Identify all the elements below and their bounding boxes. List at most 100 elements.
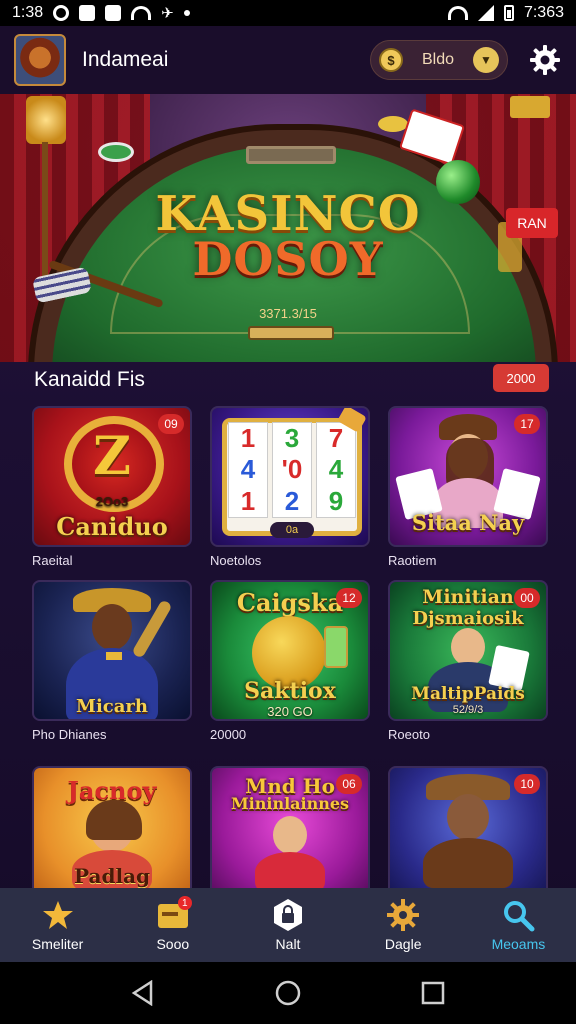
card-title: Sitaa Nay [411, 510, 525, 535]
game-card[interactable]: Mnd Ho Mininlainnes 06 [210, 766, 370, 907]
card-sub: 320 GO [267, 704, 313, 719]
lock-icon [271, 898, 305, 932]
player-body [255, 852, 325, 892]
status-time-left: 1:38 [12, 4, 44, 21]
back-button[interactable] [123, 973, 163, 1013]
section-header: Kanaidd Fis 2000 [0, 362, 576, 402]
app-header: Indameai $ Bldo ▼ [0, 26, 576, 94]
section-title: Kanaidd Fis [34, 368, 145, 391]
game-label: Noetolos [210, 553, 262, 568]
status-right: 7:363 [447, 4, 564, 22]
card-badge: 10 [514, 774, 540, 794]
app-root: 1:38 ✈ 7:363 Indameai $ Bldo ▼ RAN KASIN… [0, 0, 576, 1024]
image-icon [105, 5, 122, 21]
airplane-icon: ✈ [161, 5, 174, 22]
game-card[interactable]: Jacnoy Padlag [32, 766, 192, 907]
reel-symbol: 2 [284, 485, 300, 516]
slot-reel: 1 4 1 [228, 422, 268, 518]
player-head [447, 794, 489, 840]
card-title-2: Saktiox [244, 678, 336, 704]
lamp-icon [26, 96, 66, 144]
game-card[interactable]: 10 [388, 766, 548, 907]
game-card[interactable]: Minitian Djsmaiosik 00 MaltipPaids 52/9/… [388, 580, 548, 721]
player-head [273, 816, 307, 854]
gold-coins-icon [378, 116, 408, 132]
game-label: Roeoto [388, 727, 430, 742]
player-head [92, 604, 132, 650]
coin-icon: $ [379, 48, 403, 72]
nav-item-search[interactable]: Meoams [461, 888, 576, 962]
app-logo[interactable] [14, 34, 66, 86]
chip-tray [246, 146, 336, 164]
game-tile[interactable]: Z 09 2Oo3 Caniduo Raeital [32, 406, 192, 571]
hero-bar [248, 326, 334, 340]
slot-reel: 7 4 9 [316, 422, 356, 518]
star-icon [41, 898, 75, 932]
nav-label: Nalt [275, 936, 301, 952]
gear-icon [530, 45, 560, 75]
home-icon [275, 980, 301, 1006]
game-card[interactable]: Micarh [32, 580, 192, 721]
card-title: Caniduo [56, 512, 168, 541]
add-coins-icon[interactable]: ▼ [473, 47, 499, 73]
game-tile[interactable]: 17 Sitaa Nay Raotiem [388, 406, 548, 571]
bowtie-icon [106, 652, 122, 660]
recents-button[interactable] [413, 973, 453, 1013]
dot-icon [183, 10, 190, 16]
status-bar: 1:38 ✈ 7:363 [0, 0, 576, 26]
game-tile[interactable]: 1 4 1 3 '0 2 7 4 9 0a Noetolos [210, 406, 370, 571]
balance-text: Bldo [421, 51, 455, 68]
signal-icon [477, 5, 494, 21]
game-tile[interactable]: Mnd Ho Mininlainnes 06 [210, 766, 370, 907]
nav-item-wallet[interactable]: 1 Sooo [115, 888, 230, 962]
search-icon [501, 898, 535, 932]
card-sub: 2Oo3 [95, 494, 129, 509]
wallet-icon: 1 [156, 896, 192, 932]
system-nav [0, 962, 576, 1024]
balance-pill[interactable]: $ Bldo ▼ [370, 40, 508, 80]
game-tile[interactable]: 10 [388, 766, 548, 907]
game-label: Raeital [32, 553, 73, 568]
card-title-2: Djsmaiosik [412, 608, 524, 629]
sync-icon [53, 5, 70, 21]
reel-symbol: 1 [240, 423, 256, 454]
game-tile[interactable]: Minitian Djsmaiosik 00 MaltipPaids 52/9/… [388, 580, 548, 745]
game-card[interactable]: Caigska 12 Saktiox 320 GO [210, 580, 370, 721]
game-card[interactable]: Z 09 2Oo3 Caniduo [32, 406, 192, 547]
wifi-icon [131, 6, 152, 20]
nav-badge: 1 [177, 896, 192, 910]
lantern-icon [510, 96, 550, 118]
card-title-2: Mininlainnes [230, 794, 350, 813]
player-head [451, 628, 485, 666]
card-badge: 17 [514, 414, 540, 434]
home-button[interactable] [268, 973, 308, 1013]
card-sub: 52/9/3 [452, 704, 484, 716]
reel-symbol: 3 [284, 423, 300, 454]
player-body [423, 838, 513, 888]
slot-bar: 0a [270, 522, 314, 538]
nav-label: Dagle [384, 936, 422, 952]
hero-banner[interactable]: RAN KASINCO DOSOY 3371.3/15 [0, 94, 576, 362]
card-badge: 06 [336, 774, 362, 794]
section-badge[interactable]: 2000 [493, 364, 549, 392]
game-card[interactable]: 1 4 1 3 '0 2 7 4 9 0a [210, 406, 370, 547]
nav-label: Smeliter [31, 936, 84, 952]
hair [86, 800, 142, 840]
recents-icon [422, 981, 445, 1005]
hero-title-line2: DOSOY [192, 232, 384, 286]
settings-button[interactable] [528, 43, 562, 77]
game-tile[interactable]: Micarh Pho Dhianes [32, 580, 192, 745]
game-tile[interactable]: Caigska 12 Saktiox 320 GO 20000 [210, 580, 370, 745]
card-title-2: Padlag [74, 864, 150, 888]
reel-symbol: 9 [328, 485, 344, 516]
game-label: Pho Dhianes [32, 727, 107, 742]
nav-item-lock[interactable]: Nalt [230, 888, 345, 962]
nav-item-favorites[interactable]: Smeliter [0, 888, 115, 962]
game-label: Raotiem [388, 553, 437, 568]
nav-item-settings[interactable]: Dagle [346, 888, 461, 962]
nav-label: Meoams [491, 936, 546, 952]
game-tile[interactable]: Jacnoy Padlag [32, 766, 192, 907]
green-chip-icon [98, 142, 134, 162]
game-card[interactable]: 17 Sitaa Nay [388, 406, 548, 547]
slot-reels: 1 4 1 3 '0 2 7 4 9 [228, 422, 356, 518]
